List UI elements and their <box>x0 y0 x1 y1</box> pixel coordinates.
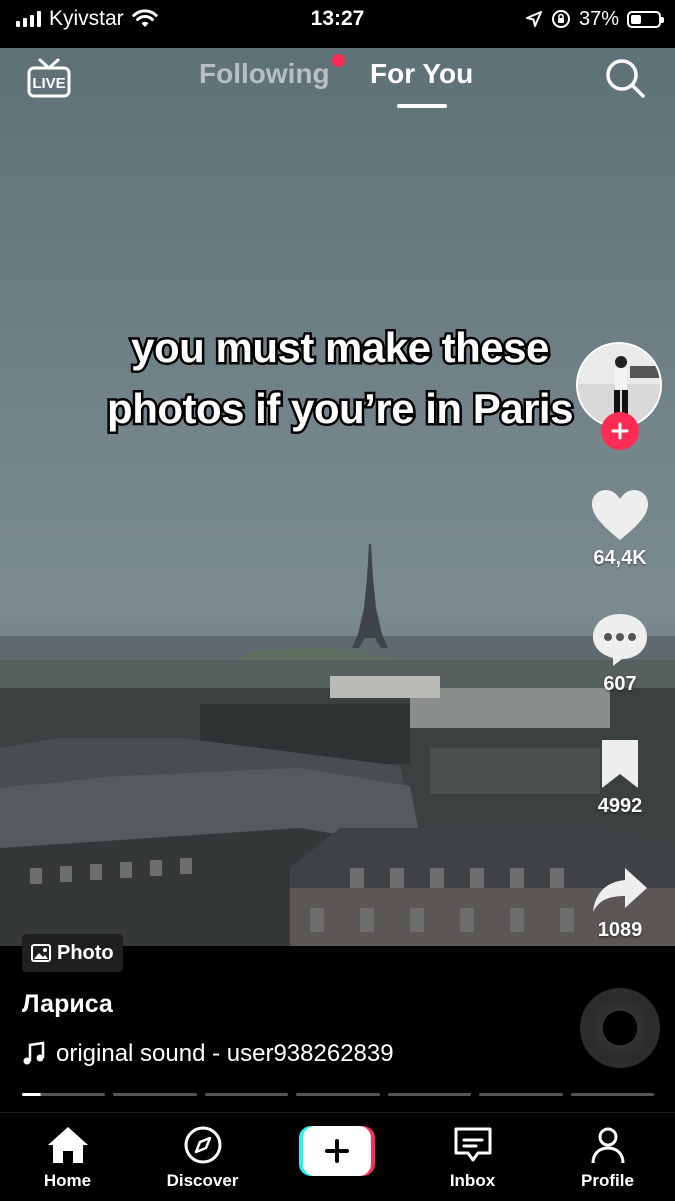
live-label: LIVE <box>32 75 65 92</box>
photo-badge: Photo <box>22 934 123 972</box>
top-nav: LIVE Following For You <box>0 48 675 108</box>
slide-progress-segment <box>22 1093 106 1096</box>
nav-home-label: Home <box>43 1171 92 1190</box>
nav-discover-label: Discover <box>166 1171 239 1190</box>
profile-icon <box>591 1127 624 1164</box>
inbox-icon <box>454 1127 491 1162</box>
nav-profile-label: Profile <box>581 1171 634 1190</box>
home-icon <box>47 1127 88 1163</box>
slide-progress <box>22 1093 654 1096</box>
search-icon[interactable] <box>603 56 647 100</box>
comment-action[interactable]: 607 <box>575 612 665 696</box>
create-button-face <box>303 1126 371 1176</box>
sound-link[interactable]: original sound - user938262839 <box>22 1040 394 1068</box>
sound-label: original sound - user938262839 <box>56 1040 394 1067</box>
follow-button[interactable] <box>601 412 639 450</box>
plus-icon <box>611 422 629 440</box>
create-button[interactable] <box>299 1126 375 1176</box>
status-bar: Kyivstar 13:27 37% <box>0 0 675 48</box>
caption-line-2: photos if you’re in Paris <box>105 382 576 434</box>
image-icon <box>31 944 51 962</box>
slide-progress-segment <box>204 1093 289 1096</box>
save-count: 4992 <box>597 795 643 817</box>
heart-icon <box>592 490 648 540</box>
comment-count: 607 <box>603 673 637 695</box>
like-count: 64,4K <box>593 547 647 569</box>
share-count: 1089 <box>597 919 643 941</box>
tab-for-you[interactable]: For You <box>370 58 473 90</box>
orientation-lock-icon <box>551 10 570 28</box>
slide-progress-segment <box>570 1093 654 1096</box>
nav-profile[interactable]: Profile <box>540 1113 675 1201</box>
slide-progress-segment <box>387 1093 472 1096</box>
bookmark-icon <box>602 740 638 788</box>
plus-icon <box>325 1139 349 1163</box>
photo-badge-label: Photo <box>57 941 114 964</box>
nav-inbox[interactable]: Inbox <box>405 1113 540 1201</box>
location-arrow-icon <box>525 11 542 27</box>
paris-skyline-image <box>0 544 675 946</box>
comment-icon <box>593 614 647 666</box>
status-right: 37% <box>525 0 664 38</box>
post-caption: you must make these photos if you’re in … <box>60 318 620 440</box>
slide-progress-segment <box>113 1093 197 1096</box>
post-media[interactable] <box>0 48 675 946</box>
active-tab-indicator <box>397 104 447 108</box>
battery-icon <box>627 10 664 28</box>
save-action[interactable]: 4992 <box>575 738 665 818</box>
nav-discover[interactable]: Discover <box>135 1113 270 1201</box>
live-icon[interactable]: LIVE <box>26 56 72 102</box>
following-notification-dot <box>332 54 345 67</box>
compass-icon <box>184 1126 221 1164</box>
caption-line-1: you must make these <box>129 322 552 374</box>
like-action[interactable]: 64,4K <box>575 488 665 570</box>
share-icon <box>593 868 647 912</box>
slide-progress-segment <box>479 1093 563 1096</box>
battery-percent: 37% <box>578 7 619 30</box>
slide-progress-segment <box>296 1093 380 1096</box>
sound-disc[interactable] <box>580 988 660 1068</box>
music-note-icon <box>23 1041 45 1065</box>
nav-inbox-label: Inbox <box>449 1171 496 1190</box>
tab-following[interactable]: Following <box>199 58 330 90</box>
creator-username[interactable]: Лариса <box>22 990 113 1019</box>
share-action[interactable]: 1089 <box>575 866 665 942</box>
nav-home[interactable]: Home <box>0 1113 135 1201</box>
battery-level <box>631 14 641 24</box>
